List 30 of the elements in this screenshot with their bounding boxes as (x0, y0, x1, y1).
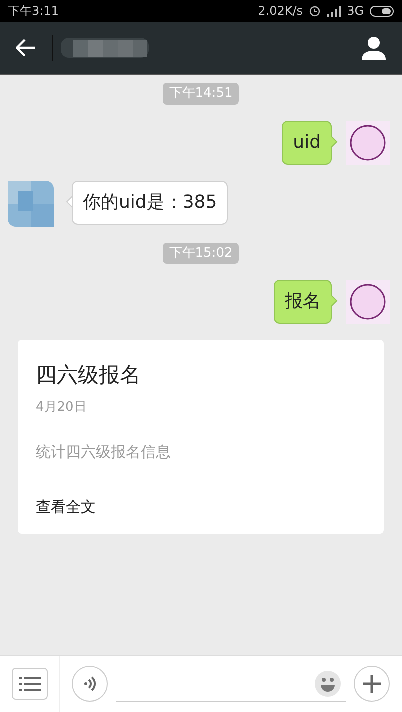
network-speed: 2.02K/s (258, 3, 304, 20)
signal-icon (327, 6, 342, 16)
bubble-tail (331, 295, 338, 307)
battery-icon (370, 6, 394, 16)
timestamp: 下午14:51 (163, 83, 239, 104)
sound-wave-icon (82, 676, 98, 692)
add-button[interactable] (354, 666, 390, 702)
article-summary: 统计四六级报名信息 (36, 442, 172, 463)
message-bubble: 你的uid是：385 (72, 180, 228, 224)
back-icon[interactable] (16, 39, 36, 57)
message-bubble: 报名 (274, 280, 332, 324)
article-title: 四六级报名 (36, 362, 142, 389)
smiley-icon[interactable] (314, 670, 342, 698)
menu-icon (18, 676, 40, 692)
article-card[interactable]: 四六级报名 4月20日 统计四六级报名信息 查看全文 (18, 340, 384, 534)
avatar-icon (346, 120, 390, 164)
voice-button[interactable] (72, 666, 108, 702)
avatar-icon (8, 180, 54, 226)
timestamp: 下午15:02 (163, 242, 239, 264)
bubble-tail (331, 136, 338, 148)
person-icon[interactable] (362, 36, 386, 60)
status-time: 下午3:11 (8, 3, 59, 20)
network-type: 3G (347, 3, 364, 20)
alarm-icon (309, 5, 322, 17)
avatar-icon (346, 280, 390, 324)
menu-button[interactable] (12, 668, 48, 700)
plus-icon (362, 674, 382, 694)
read-more-link[interactable]: 查看全文 (36, 496, 366, 518)
message-bubble: uid (282, 120, 332, 164)
article-date: 4月20日 (36, 398, 88, 416)
